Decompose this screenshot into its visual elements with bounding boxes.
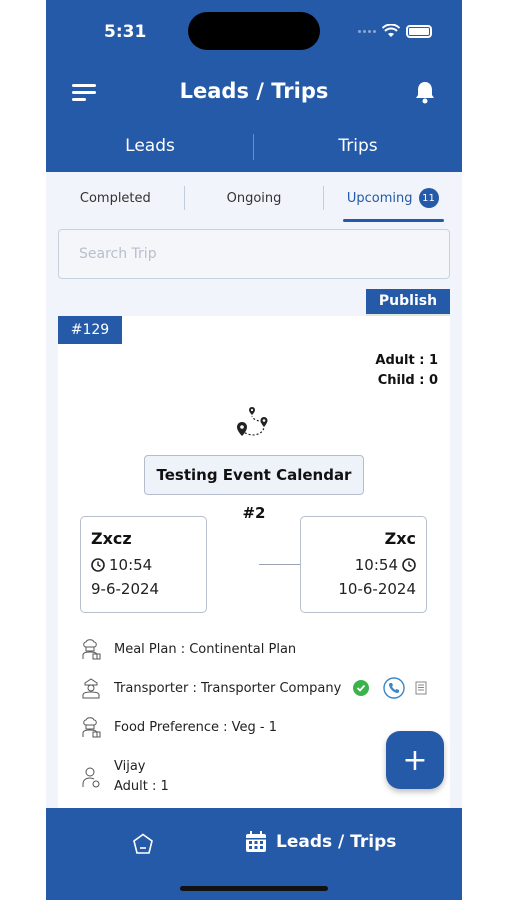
departure-date: 9-6-2024 (91, 580, 160, 598)
clock-icon (91, 558, 105, 572)
tab-completed-label: Completed (79, 190, 151, 206)
signal-icon (358, 29, 376, 33)
upcoming-count-badge: 11 (418, 188, 439, 208)
tab-divider (253, 134, 254, 160)
child-count: Child : 0 (377, 373, 438, 388)
contact-row: Vijay Adult : 1 (80, 757, 169, 797)
chef-icon (82, 717, 101, 738)
main-tabs: Leads Trips (46, 128, 462, 168)
publish-status-badge: Publish (366, 289, 450, 314)
passenger-count: Adult : 1 Child : 0 (375, 351, 438, 391)
departure-box: Zxcz 10:54 9-6-2024 (80, 516, 207, 613)
driver-icon (82, 678, 100, 699)
person-icon (82, 767, 100, 788)
phone-call-icon[interactable] (383, 677, 406, 699)
departure-time: 10:54 (109, 556, 153, 574)
page-title: Leads / Trips (179, 79, 329, 103)
adult-count: Adult : 1 (375, 353, 438, 368)
home-icon[interactable] (131, 832, 155, 856)
add-trip-button[interactable]: + (386, 731, 444, 789)
trip-status-tabs: Completed Ongoing Upcoming 11 (46, 172, 462, 224)
document-icon[interactable] (415, 681, 427, 695)
contact-adults: Adult : 1 (114, 779, 169, 794)
bottom-navigation: Leads / Trips (46, 808, 462, 900)
home-indicator (180, 886, 328, 891)
transporter-text: Transporter : Transporter Company (114, 680, 342, 696)
status-time: 5:31 (104, 22, 147, 42)
tab-leads[interactable]: Leads (46, 128, 254, 168)
wifi-icon (382, 24, 400, 37)
chef-icon (82, 639, 101, 660)
contact-name: Vijay (114, 759, 146, 774)
clock-icon (402, 558, 416, 572)
route-icon (237, 407, 268, 436)
food-preference-text: Food Preference : Veg - 1 (114, 719, 277, 735)
battery-icon (406, 24, 432, 38)
transporter-row: Transporter : Transporter Company (80, 677, 427, 699)
tab-ongoing-label: Ongoing (226, 190, 282, 206)
tab-completed[interactable]: Completed (46, 172, 185, 224)
calendar-icon (246, 831, 266, 852)
nav-item-leads-trips[interactable]: Leads / Trips (244, 830, 396, 854)
dynamic-island (188, 12, 320, 50)
food-preference-row: Food Preference : Veg - 1 (80, 716, 277, 738)
meal-plan-row: Meal Plan : Continental Plan (80, 638, 296, 660)
departure-city: Zxcz (91, 529, 132, 548)
arrival-city: Zxc (384, 529, 416, 548)
app-header: 5:31 Leads / Trips Leads Trips (46, 0, 462, 172)
tab-upcoming-label: Upcoming (346, 190, 413, 206)
tab-upcoming[interactable]: Upcoming 11 (323, 172, 462, 224)
event-name: Testing Event Calendar #2 (144, 455, 364, 522)
arrival-box: Zxc 10:54 10-6-2024 (300, 516, 427, 613)
trip-id-badge: #129 (58, 316, 122, 344)
tab-trips[interactable]: Trips (254, 128, 462, 168)
tab-ongoing[interactable]: Ongoing (185, 172, 324, 224)
search-input[interactable] (59, 230, 449, 278)
status-icons (358, 24, 432, 38)
arrival-date: 10-6-2024 (338, 580, 416, 598)
search-field[interactable] (58, 229, 450, 279)
verified-check-icon (353, 680, 370, 696)
meal-plan-text: Meal Plan : Continental Plan (114, 641, 297, 657)
nav-item-label: Leads / Trips (276, 832, 397, 852)
bell-icon[interactable] (414, 80, 436, 104)
arrival-time: 10:54 (354, 556, 398, 574)
